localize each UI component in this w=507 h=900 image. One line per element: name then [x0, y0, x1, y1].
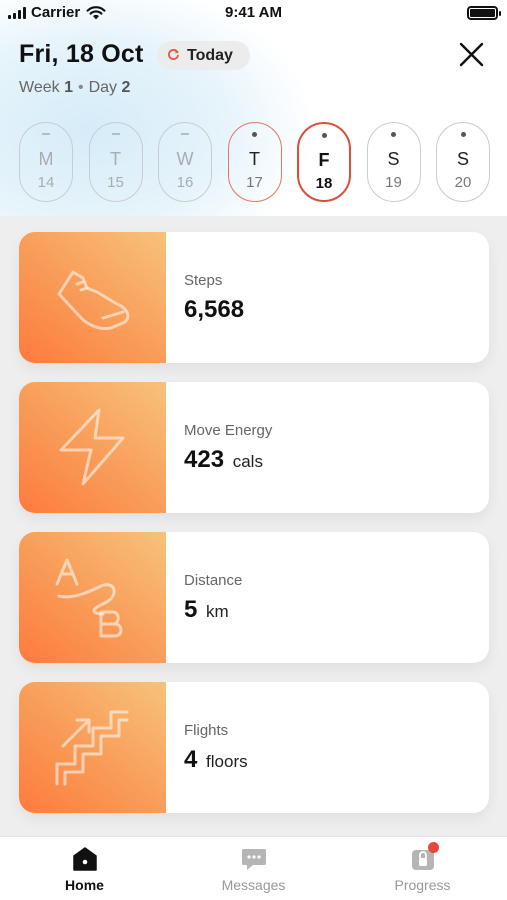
day-letter: S — [387, 149, 400, 169]
card-label: Flights — [184, 722, 229, 739]
card-label: Steps — [184, 272, 223, 289]
value-unit: cals — [232, 452, 263, 471]
value-number: 4 — [184, 746, 198, 773]
day-number: 19 — [385, 174, 402, 191]
day-letter: F — [318, 150, 330, 170]
today-label: Today — [187, 46, 233, 64]
day-number: 20 — [454, 174, 472, 191]
card-value: 4 floors — [184, 746, 248, 774]
day-letter: M — [38, 149, 54, 169]
page-title: Fri, 18 Oct — [19, 40, 144, 68]
day-pill-sun[interactable]: S 20 — [436, 122, 490, 202]
tab-home[interactable]: Home — [0, 845, 169, 893]
day-pill-thu[interactable]: T 17 — [227, 122, 282, 202]
refresh-icon — [167, 48, 180, 64]
tab-label: Home — [65, 877, 104, 893]
day-number: 17 — [246, 174, 263, 191]
day-pill-sat[interactable]: S 19 — [366, 122, 421, 202]
value-number: 423 — [184, 446, 225, 473]
card-label: Move Energy — [184, 422, 273, 439]
day-letter: T — [110, 149, 121, 169]
steps-card[interactable]: Steps 6,568 — [19, 232, 489, 363]
header-area: Carrier 9:41 AM Fri, 18 Oct Today Week 1… — [0, 0, 507, 216]
tab-progress[interactable]: Progress — [338, 842, 507, 893]
week-label: Week — [19, 79, 60, 96]
day-letter: S — [456, 149, 469, 169]
day-pill-wed[interactable]: W 16 — [158, 122, 212, 202]
day-pill-tue[interactable]: T 15 — [88, 122, 143, 202]
day-marker — [229, 129, 281, 139]
day-letter: T — [249, 149, 260, 169]
card-label: Distance — [184, 572, 243, 589]
day-pill-mon[interactable]: M 14 — [19, 122, 73, 202]
status-bar: Carrier 9:41 AM — [0, 0, 507, 28]
day-number: 15 — [107, 174, 124, 191]
notification-badge — [427, 842, 439, 853]
progress-icon — [409, 842, 439, 873]
day-marker — [159, 129, 211, 139]
value-number: 6,568 — [184, 296, 245, 323]
distance-card[interactable]: Distance 5 km — [19, 532, 489, 663]
day-letter: W — [176, 149, 194, 169]
tab-bar: Home Messages Progress — [0, 836, 507, 900]
card-tile — [19, 232, 166, 363]
day-marker — [90, 129, 142, 139]
day-number: 2 — [121, 79, 131, 96]
value-unit: floors — [206, 752, 248, 771]
sneaker-icon — [57, 270, 130, 330]
day-pill-fri[interactable]: F 18 — [297, 122, 351, 202]
card-value: 5 km — [184, 596, 229, 624]
today-button[interactable]: Today — [157, 41, 250, 70]
week-day-indicator: Week 1 • Day 2 — [19, 79, 131, 96]
day-marker — [20, 129, 72, 139]
card-value: 423 cals — [184, 446, 263, 474]
card-tile — [19, 382, 166, 513]
day-label: Day — [88, 79, 118, 96]
day-marker — [299, 130, 349, 140]
card-value: 6,568 — [184, 296, 244, 324]
lightning-icon — [59, 408, 125, 486]
tab-label: Messages — [221, 877, 286, 893]
day-marker — [368, 129, 420, 139]
week-number: 1 — [64, 79, 73, 96]
move-energy-card[interactable]: Move Energy 423 cals — [19, 382, 489, 513]
home-icon — [72, 847, 97, 871]
week-day-picker: M 14 T 15 W 16 T 17 F 18 S 19 S 20 — [19, 122, 490, 202]
close-icon[interactable] — [458, 41, 485, 68]
value-number: 5 — [184, 596, 198, 623]
card-tile — [19, 682, 166, 813]
day-number: 18 — [315, 175, 333, 192]
day-marker — [437, 129, 489, 139]
value-unit: km — [206, 602, 229, 621]
a-to-b-icon — [55, 558, 123, 638]
stairs-icon — [55, 710, 129, 786]
battery-icon — [467, 6, 501, 20]
card-tile — [19, 532, 166, 663]
chat-icon — [241, 849, 266, 870]
day-number: 14 — [37, 174, 55, 191]
tab-messages[interactable]: Messages — [169, 845, 338, 893]
clock: 9:41 AM — [225, 4, 282, 21]
flights-card[interactable]: Flights 4 floors — [19, 682, 489, 813]
day-number: 16 — [176, 174, 194, 191]
tab-label: Progress — [394, 877, 451, 893]
